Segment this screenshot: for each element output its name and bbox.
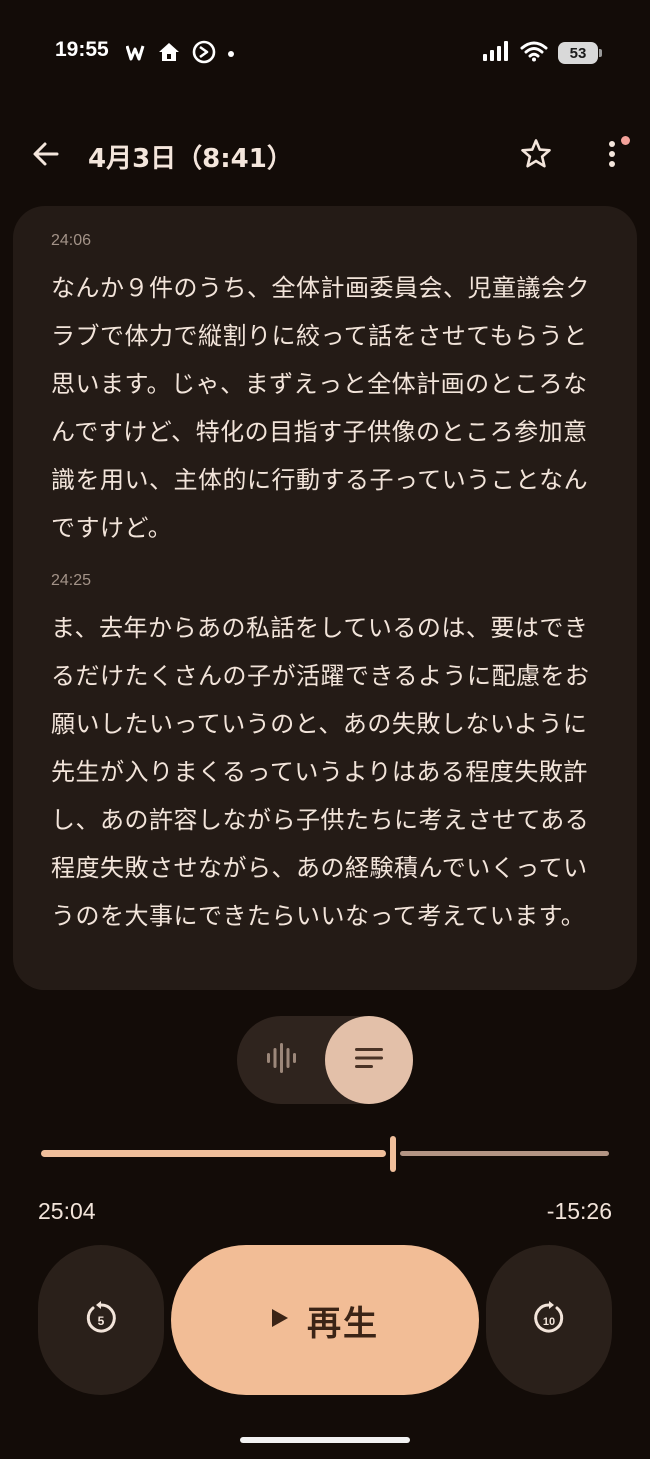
transcript-list: 24:06 なんか９件のうち、全体計画委員会、児童議会クラブで体力で縦割りに絞っ…: [51, 232, 599, 960]
seek-bar[interactable]: [41, 1134, 609, 1174]
replay-5-icon: 5: [84, 1300, 118, 1340]
back-arrow-icon: [32, 140, 60, 172]
home-indicator[interactable]: [240, 1437, 410, 1443]
segment-timestamp: 24:06: [51, 232, 92, 249]
transcript-view-button[interactable]: [325, 1016, 413, 1104]
wifi-icon: [520, 40, 548, 66]
status-bar: 19:55 53: [0, 0, 650, 105]
battery-icon: 53: [558, 42, 602, 64]
back-button[interactable]: [26, 136, 66, 176]
play-icon: [271, 1308, 289, 1332]
seek-thumb[interactable]: [390, 1136, 396, 1172]
waveform-view-button[interactable]: [237, 1016, 325, 1104]
favorite-button[interactable]: [514, 134, 558, 178]
w-app-icon: [125, 43, 146, 65]
elapsed-time: 25:04: [38, 1198, 96, 1224]
rewind-5-button[interactable]: 5: [38, 1245, 164, 1395]
sync-icon: [192, 40, 216, 68]
scroll-fade: [13, 950, 637, 990]
remaining-time: -15:26: [546, 1198, 612, 1224]
status-icons-left: [125, 40, 234, 68]
dot-icon: [228, 51, 234, 57]
play-label: 再生: [307, 1303, 379, 1344]
rewind-seconds-label: 5: [98, 1314, 105, 1328]
play-button[interactable]: 再生: [171, 1245, 479, 1395]
forward-10-icon: 10: [532, 1300, 566, 1340]
notification-dot: [621, 136, 630, 145]
status-time: 19:55: [55, 38, 109, 61]
seek-played-track: [41, 1150, 386, 1157]
seek-remaining-track: [400, 1151, 609, 1156]
transcript-panel[interactable]: 24:06 なんか９件のうち、全体計画委員会、児童議会クラブで体力で縦割りに絞っ…: [13, 206, 637, 990]
transcript-segment[interactable]: 24:25 ま、去年からあの私話をしているのは、要はできるだけたくさんの子が活躍…: [51, 572, 599, 940]
waveform-icon: [266, 1042, 296, 1078]
status-icons-right: 53: [482, 40, 602, 66]
recorder-screen: 19:55 53 4月3日（8:41） 24:06 なんか９件のうち、全体計画委…: [0, 0, 650, 1459]
home-icon: [158, 42, 180, 66]
forward-10-button[interactable]: 10: [486, 1245, 612, 1395]
signal-icon: [482, 40, 510, 66]
segment-text: ま、去年からあの私話をしているのは、要はできるだけたくさんの子が活躍できるように…: [51, 614, 590, 930]
view-toggle: [237, 1016, 413, 1104]
star-outline-icon: [520, 138, 552, 174]
forward-seconds-label: 10: [543, 1316, 555, 1328]
transcript-icon: [354, 1047, 384, 1073]
page-title: 4月3日（8:41）: [88, 144, 293, 174]
transcript-segment[interactable]: 24:06 なんか９件のうち、全体計画委員会、児童議会クラブで体力で縦割りに絞っ…: [51, 232, 599, 552]
more-vert-icon: [608, 140, 616, 172]
segment-timestamp: 24:25: [51, 572, 92, 589]
top-app-bar: 4月3日（8:41）: [0, 120, 650, 192]
segment-text: なんか９件のうち、全体計画委員会、児童議会クラブで体力で縦割りに絞って話をさせて…: [51, 274, 590, 542]
